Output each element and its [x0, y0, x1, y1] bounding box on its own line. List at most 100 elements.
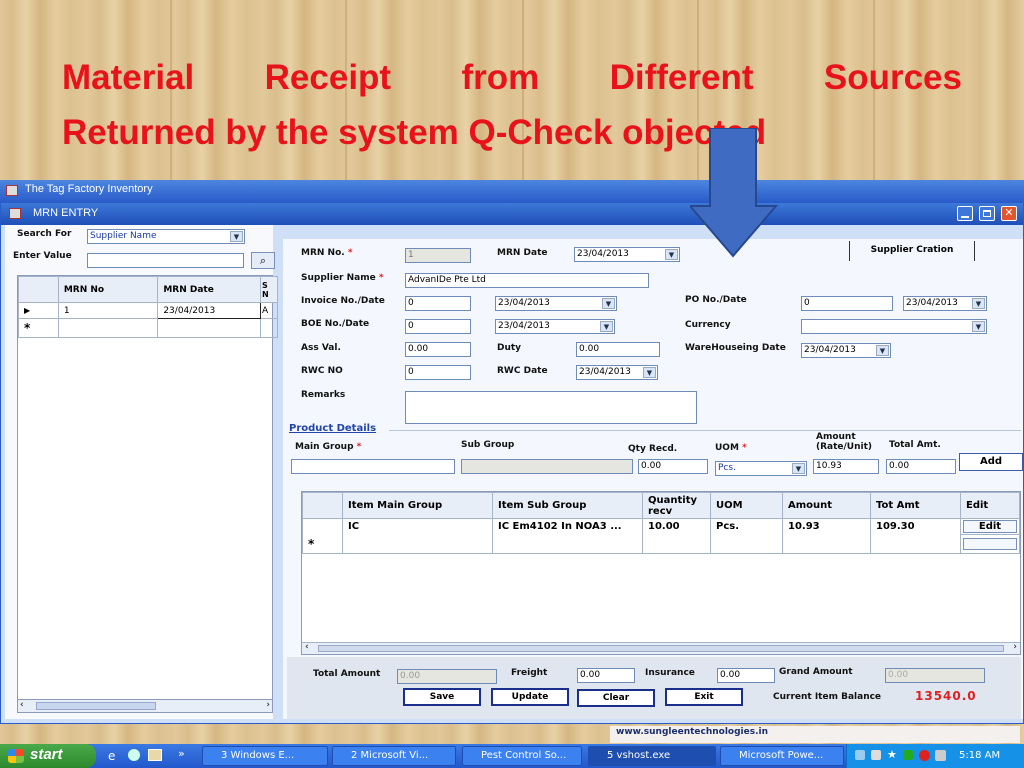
mrn-window-title-bar: MRN ENTRY ✕	[1, 203, 1023, 225]
cell-s[interactable]: A	[260, 302, 278, 319]
tray-display-icon[interactable]	[871, 750, 881, 760]
qty-recd-field[interactable]: 0.00	[638, 459, 708, 474]
tab-supplier-creation[interactable]: Supplier Cration	[849, 241, 975, 261]
clock[interactable]: 5:18 AM	[959, 750, 1000, 761]
save-button[interactable]: Save	[403, 688, 481, 706]
col-item-sub-group[interactable]: Item Sub Group	[492, 492, 643, 519]
supplier-field[interactable]: AdvanIDe Pte Ltd	[405, 273, 649, 288]
edit-button[interactable]: Edit	[963, 520, 1017, 533]
mrn-no-field[interactable]: 1	[405, 248, 471, 263]
uom-dropdown[interactable]: Pcs. ▼	[715, 461, 807, 476]
cell-mrn-date[interactable]: 23/04/2013	[157, 302, 262, 319]
add-button[interactable]: Add	[959, 453, 1023, 471]
currency-dropdown[interactable]: ▼	[801, 319, 987, 334]
chevron-down-icon: ▼	[230, 231, 243, 242]
grand-amount-field[interactable]: 0.00	[885, 668, 985, 683]
scroll-thumb[interactable]	[36, 702, 156, 710]
insurance-field[interactable]: 0.00	[717, 668, 775, 683]
tray-security-icon[interactable]	[903, 750, 913, 760]
task-pest-control[interactable]: Pest Control So...	[462, 746, 582, 766]
update-button[interactable]: Update	[491, 688, 569, 706]
enter-value-input[interactable]	[87, 253, 244, 268]
media-icon[interactable]	[128, 749, 140, 761]
freight-field[interactable]: 0.00	[577, 668, 635, 683]
search-button[interactable]: ⌕	[251, 252, 275, 269]
left-horizontal-scrollbar[interactable]: ‹ ›	[17, 699, 273, 713]
new-row-icon: *	[302, 534, 343, 554]
remarks-textarea[interactable]	[405, 391, 697, 424]
cell-mrn-no[interactable]: 1	[57, 302, 159, 319]
po-no-field[interactable]: 0	[801, 296, 893, 311]
new-cell[interactable]	[260, 318, 278, 338]
tray-alert-icon[interactable]	[919, 750, 930, 761]
tray-star-icon[interactable]: ★	[887, 748, 897, 761]
col-edit[interactable]: Edit	[960, 492, 1020, 519]
cell-uom[interactable]: Pcs.	[710, 518, 783, 554]
maximize-button[interactable]	[979, 206, 995, 221]
main-group-field[interactable]	[291, 459, 455, 474]
scroll-thumb[interactable]	[318, 645, 1004, 652]
cell-tot-amt[interactable]: 109.30	[870, 518, 961, 554]
slide-title-line-2: Returned by the system Q-Check objected	[62, 113, 767, 152]
table-row[interactable]: ▶ 1 23/04/2013 A	[18, 302, 278, 319]
col-mrn-date[interactable]: MRN Date	[157, 276, 262, 303]
ie-icon[interactable]: e	[108, 749, 115, 763]
currency-label: Currency	[685, 320, 731, 330]
col-mrn-no[interactable]: MRN No	[57, 276, 159, 303]
footer-website: www.sungleentechnologies.in	[610, 726, 1020, 743]
tray-speaker-icon[interactable]	[935, 750, 946, 761]
ass-val-field[interactable]: 0.00	[405, 342, 471, 357]
quicklaunch-expand-icon[interactable]: »	[178, 747, 185, 760]
mrn-date-picker[interactable]: 23/04/2013 ▼	[574, 247, 680, 262]
cell-qty[interactable]: 10.00	[642, 518, 711, 554]
col-uom[interactable]: UOM	[710, 492, 783, 519]
task-windows-explorer[interactable]: 3 Windows E...	[202, 746, 328, 766]
new-cell[interactable]	[157, 318, 262, 338]
duty-field[interactable]: 0.00	[576, 342, 660, 357]
total-amt-field[interactable]: 0.00	[886, 459, 956, 474]
chevron-down-icon: ▼	[972, 298, 985, 309]
col-amount[interactable]: Amount	[782, 492, 871, 519]
exit-button[interactable]: Exit	[665, 688, 743, 706]
amount-field[interactable]: 10.93	[813, 459, 879, 474]
invoice-no-field[interactable]: 0	[405, 296, 471, 311]
search-for-value: Supplier Name	[90, 231, 157, 241]
tray-network-icon[interactable]	[855, 750, 865, 760]
task-microsoft-visual[interactable]: 2 Microsoft Vi...	[332, 746, 456, 766]
supplier-label: Supplier Name *	[301, 273, 384, 283]
cell-amount[interactable]: 10.93	[782, 518, 871, 554]
invoice-date-picker[interactable]: 23/04/2013 ▼	[495, 296, 617, 311]
start-button[interactable]: start	[0, 744, 96, 768]
task-powerpoint[interactable]: Microsoft Powe...	[720, 746, 844, 766]
table-row[interactable]: IC IC Em4102 In NOA3 ... 10.00 Pcs. 10.9…	[302, 518, 1020, 554]
minimize-button[interactable]	[957, 206, 973, 221]
cell-item-sub[interactable]: IC Em4102 In NOA3 ...	[492, 518, 643, 554]
search-pane: Search For Supplier Name ▼ Enter Value ⌕ …	[5, 225, 278, 719]
cell-item-main[interactable]: IC	[342, 518, 493, 554]
rwc-no-field[interactable]: 0	[405, 365, 471, 380]
new-row[interactable]: *	[18, 318, 278, 338]
total-amount-field[interactable]: 0.00	[397, 669, 497, 684]
po-date-picker[interactable]: 23/04/2013 ▼	[903, 296, 987, 311]
col-tot-amt[interactable]: Tot Amt	[870, 492, 961, 519]
slide-title: Material Receipt from Different Sources …	[62, 50, 962, 160]
edit-button-empty[interactable]	[963, 537, 1017, 550]
search-for-dropdown[interactable]: Supplier Name ▼	[87, 229, 245, 244]
item-grid-scrollbar[interactable]: ‹ ›	[302, 642, 1020, 654]
boe-date-picker[interactable]: 23/04/2013 ▼	[495, 319, 615, 334]
explorer-icon[interactable]	[148, 749, 162, 761]
task-vshost[interactable]: 5 vshost.exe	[588, 746, 716, 766]
col-item-main-group[interactable]: Item Main Group	[342, 492, 493, 519]
close-button[interactable]: ✕	[1001, 206, 1017, 221]
sub-group-field[interactable]	[461, 459, 633, 474]
col-quantity[interactable]: Quantity recv	[642, 492, 711, 519]
mrn-list-grid: MRN No MRN Date S N ▶ 1 23/04/2013 A *	[17, 275, 278, 713]
col-s[interactable]: S N	[260, 276, 278, 303]
rwc-date-picker[interactable]: 23/04/2013 ▼	[576, 365, 658, 380]
chevron-down-icon: ▼	[972, 321, 985, 332]
boe-no-field[interactable]: 0	[405, 319, 471, 334]
warehousing-date-picker[interactable]: 23/04/2013 ▼	[801, 343, 891, 358]
sub-group-label: Sub Group	[461, 440, 515, 450]
clear-button[interactable]: Clear	[577, 689, 655, 707]
new-cell[interactable]	[57, 318, 159, 338]
